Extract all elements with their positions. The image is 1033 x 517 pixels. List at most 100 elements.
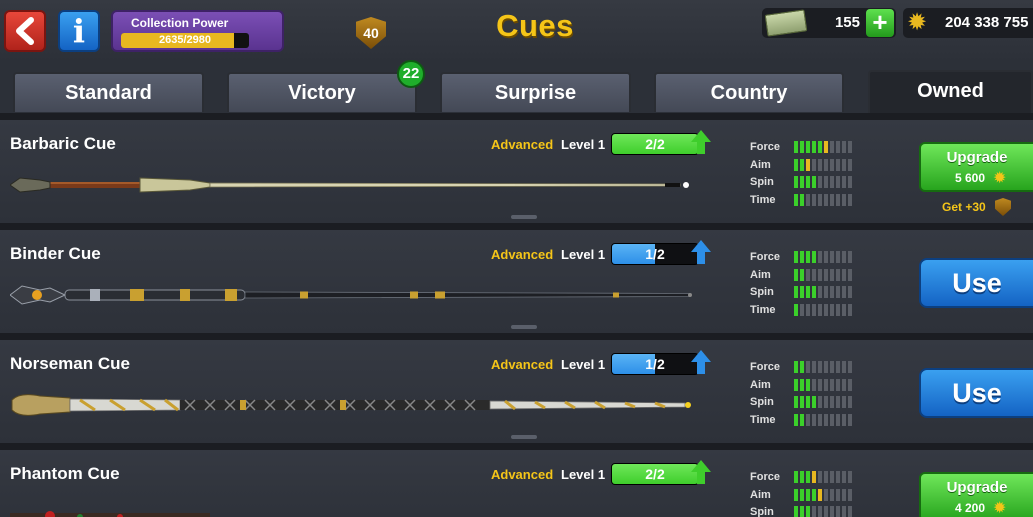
use-button[interactable]: Use <box>919 258 1033 308</box>
stat-spin: Spin <box>750 175 870 193</box>
upgrade-cost: 4 200 <box>955 501 986 515</box>
stat-segment <box>824 506 828 517</box>
stat-segment <box>812 488 816 501</box>
stat-time: Time <box>750 193 870 211</box>
stat-segment <box>830 268 834 281</box>
progress-value: 1/2 <box>645 356 665 372</box>
stat-segment <box>800 251 804 263</box>
stat-segment <box>836 251 840 263</box>
tab-standard[interactable]: Standard <box>13 72 204 112</box>
stat-segment <box>818 413 822 426</box>
stat-bar <box>794 378 852 391</box>
stat-segment <box>842 413 846 426</box>
stat-label: Spin <box>750 506 774 517</box>
drag-handle <box>511 215 537 219</box>
stat-segment <box>818 396 822 408</box>
stat-segment <box>842 396 846 408</box>
cue-stats: Force Aim Spin Time <box>750 360 870 430</box>
stat-segment <box>848 251 852 263</box>
stat-segment <box>836 158 840 171</box>
cue-stats: Force Aim Spin Time <box>750 250 870 320</box>
stat-segment <box>800 193 804 206</box>
coin-icon: ✹ <box>993 170 1007 187</box>
cue-rarity: Advanced <box>491 357 554 372</box>
progress-value: 1/2 <box>645 246 665 262</box>
stat-segment <box>794 506 798 517</box>
stat-segment <box>800 378 804 391</box>
stat-segment <box>818 506 822 517</box>
stat-segment <box>842 506 846 517</box>
upgrade-button[interactable]: Upgrade 4 200 ✹ <box>919 472 1033 517</box>
norseman-cue-image <box>11 394 691 416</box>
stat-segment <box>848 193 852 206</box>
stat-segment <box>806 158 810 171</box>
cue-row-barbaric[interactable]: Barbaric Cue Advanced Level 1 2/2 Force … <box>0 120 1033 225</box>
stat-bar <box>794 413 852 426</box>
cue-row-norseman[interactable]: Norseman Cue Advanced Level 1 1/2 Force … <box>0 340 1033 445</box>
stat-segment <box>848 158 852 171</box>
cash-counter: 155 + <box>762 8 896 38</box>
stat-bar <box>794 471 852 483</box>
stat-aim: Aim <box>750 488 870 506</box>
upgrade-label: Upgrade <box>946 149 1008 166</box>
stat-label: Force <box>750 141 780 153</box>
cue-level-progress-bar: 1/2 <box>611 243 699 265</box>
stat-segment <box>848 488 852 501</box>
upgrade-button[interactable]: Upgrade 5 600 ✹ <box>919 142 1033 192</box>
stat-segment <box>824 396 828 408</box>
stat-segment <box>812 361 816 373</box>
cue-level: Level 1 <box>561 137 606 152</box>
stat-label: Aim <box>750 488 771 501</box>
stat-segment <box>842 378 846 391</box>
stat-segment <box>806 396 810 408</box>
stat-label: Spin <box>750 286 774 298</box>
stat-bar <box>794 268 852 281</box>
stat-segment <box>794 176 798 188</box>
use-button[interactable]: Use <box>919 368 1033 418</box>
cue-row-binder[interactable]: Binder Cue Advanced Level 1 1/2 Force Ai… <box>0 230 1033 335</box>
stat-segment <box>800 176 804 188</box>
stat-force: Force <box>750 250 870 268</box>
stat-segment <box>806 488 810 501</box>
stat-segment <box>836 268 840 281</box>
stat-segment <box>848 378 852 391</box>
stat-label: Time <box>750 413 776 426</box>
stat-segment <box>800 471 804 483</box>
stat-segment <box>824 361 828 373</box>
add-cash-button[interactable]: + <box>866 9 894 37</box>
cash-value: 155 <box>834 14 860 31</box>
stat-label: Force <box>750 471 780 483</box>
stat-segment <box>818 176 822 188</box>
stat-segment <box>794 396 798 408</box>
stat-segment <box>800 141 804 153</box>
stat-segment <box>830 193 834 206</box>
coin-icon: ✹ <box>907 9 928 36</box>
top-bar: i Collection Power 2635/2980 40 Cues 155… <box>0 0 1033 62</box>
tab-country[interactable]: Country <box>654 72 844 112</box>
stat-segment <box>830 378 834 391</box>
stat-segment <box>812 141 816 153</box>
stat-segment <box>812 506 816 517</box>
stat-segment <box>842 286 846 298</box>
tab-victory[interactable]: Victory <box>227 72 417 112</box>
stat-label: Time <box>750 303 776 316</box>
stat-segment <box>794 378 798 391</box>
stat-segment <box>824 251 828 263</box>
stat-segment <box>842 471 846 483</box>
stat-segment <box>800 488 804 501</box>
stat-segment <box>806 268 810 281</box>
cue-rarity: Advanced <box>491 467 554 482</box>
stat-segment <box>818 471 822 483</box>
stat-segment <box>836 413 840 426</box>
stat-time: Time <box>750 413 870 431</box>
stat-segment <box>806 251 810 263</box>
stat-segment <box>842 158 846 171</box>
stat-segment <box>848 396 852 408</box>
stat-label: Force <box>750 361 780 373</box>
stat-segment <box>818 268 822 281</box>
tab-surprise[interactable]: Surprise <box>440 72 631 112</box>
tab-owned[interactable]: Owned <box>868 70 1033 113</box>
stat-segment <box>812 413 816 426</box>
stat-segment <box>830 396 834 408</box>
cue-row-phantom[interactable]: Phantom Cue Advanced Level 1 2/2 Force A… <box>0 450 1033 517</box>
